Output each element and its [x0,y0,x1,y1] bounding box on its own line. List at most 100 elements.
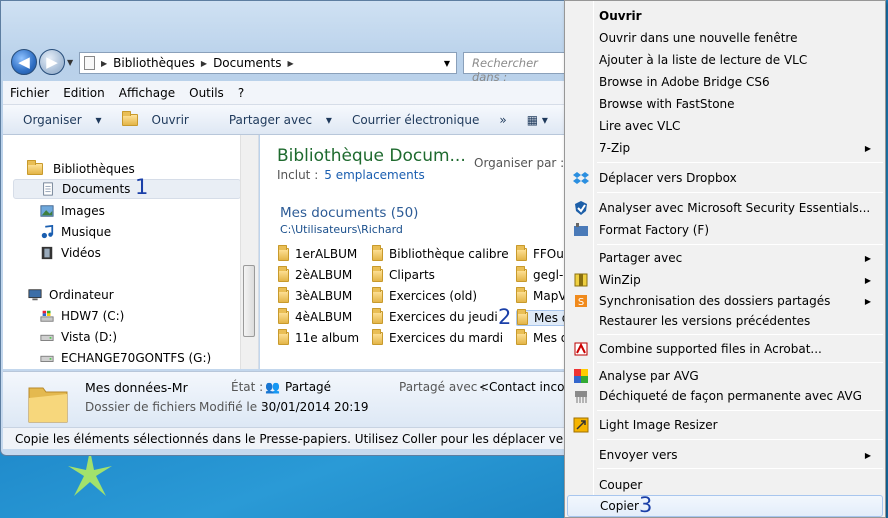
menu-separator [597,439,883,440]
submenu-arrow-icon: ▶ [864,296,871,306]
menu-item-cut[interactable]: Couper [567,474,883,496]
menu-item-copy[interactable]: Copier [567,495,883,517]
address-bar[interactable]: ▶ Bibliothèques ▶ Documents ▶ ▼ [79,52,457,74]
folder-item[interactable]: Mes d [516,328,568,345]
folder-item[interactable]: Exercices (old) [372,286,478,303]
search-input[interactable]: Rechercher dans : [463,52,573,84]
menu-edition[interactable]: Edition [56,86,112,100]
sidebar-item-computer[interactable]: Ordinateur [27,285,114,305]
details-modified-label: Modifié le : [199,400,265,414]
breadcrumb-separator-icon[interactable]: ▶ [287,59,293,68]
details-shared-label: Partagé avec : [399,380,486,394]
history-dropdown-icon[interactable]: ▼ [67,58,73,67]
folder-icon [372,328,383,345]
explorer-window: ◀ ▶ ▼ ▶ Bibliothèques ▶ Documents ▶ ▼ Re… [0,0,574,456]
menu-item-avg-shred[interactable]: Déchiqueté de façon permanente avec AVG [567,385,883,407]
address-dropdown-icon[interactable]: ▼ [444,59,450,68]
folder-item[interactable]: 1erALBUM [278,244,358,261]
folder-label: 1erALBUM [295,247,358,261]
folder-item[interactable]: Cliparts [372,265,435,282]
breadcrumb-separator-icon[interactable]: ▶ [101,59,107,68]
organize-label: Organiser [23,112,82,127]
organize-button[interactable]: Organiser ▾ [3,113,112,127]
folder-item[interactable]: Bibliothèque calibre [372,244,509,261]
sidebar-item-images[interactable]: Images [39,201,105,221]
group-title[interactable]: Mes documents (50) [280,205,418,221]
group-path: C:\Utilisateurs\Richard [280,223,403,236]
menu-item-format-factory[interactable]: Format Factory (F) [567,219,883,241]
menu-item-label: Partager avec [599,251,683,265]
sidebar-item-libraries[interactable]: Bibliothèques [27,159,135,179]
menu-item-label: Synchronisation des dossiers partagés [599,294,831,308]
folder-item[interactable]: gegl-0 [516,265,571,282]
library-icon [84,56,95,70]
menu-item-light-image-resizer[interactable]: Light Image Resizer [567,414,883,436]
sidebar-scrollbar[interactable] [240,135,258,369]
email-button[interactable]: Courrier électronique [342,113,489,127]
menu-item-label: Copier [600,499,639,513]
folder-item[interactable]: Exercices du mardi [372,328,503,345]
folder-item-selected[interactable]: Mes d [516,308,571,326]
menu-item-vlc-play[interactable]: Lire avec VLC [567,115,883,137]
menu-item-vlc-playlist[interactable]: Ajouter à la liste de lecture de VLC [567,49,883,71]
folder-item[interactable]: 2èALBUM [278,265,352,282]
folder-label: Exercices (old) [389,289,478,303]
include-label: Inclut : [277,168,319,182]
folder-icon [372,307,383,324]
drive-icon [40,334,54,341]
sidebar-item-drive-d[interactable]: Vista (D:) [39,327,117,347]
menu-item-sync-shared[interactable]: S Synchronisation des dossiers partagés ▶ [567,290,883,312]
menu-item-label: Lire avec VLC [599,119,681,133]
organize-by-label[interactable]: Organiser par : [474,156,564,170]
menu-item-avg-scan[interactable]: Analyse par AVG [567,365,883,387]
menu-outils[interactable]: Outils [182,86,231,100]
folder-item[interactable]: 11e album [278,328,359,345]
computer-icon [28,289,42,301]
folder-item[interactable]: 3èALBUM [278,286,352,303]
menu-help[interactable]: ? [231,86,251,100]
menu-item-label: Combine supported files in Acrobat... [599,342,822,356]
folder-label: Exercices du jeudi [389,310,498,324]
menu-fichier[interactable]: Fichier [3,86,56,100]
sidebar-item-documents[interactable]: Documents [13,179,241,199]
menu-item-send-to[interactable]: Envoyer vers ▶ [567,444,883,466]
folder-item[interactable]: Exercices du jeudi [372,307,498,324]
sidebar-item-label: Musique [61,225,112,239]
menu-item-security-essentials[interactable]: Analyser avec Microsoft Security Essenti… [567,197,883,219]
sidebar-item-videos[interactable]: Vidéos [39,243,101,263]
menu-item-acrobat[interactable]: Combine supported files in Acrobat... [567,338,883,360]
menu-item-winzip[interactable]: WinZip ▶ [567,269,883,291]
security-essentials-icon [575,201,587,215]
menu-item-open-new-window[interactable]: Ouvrir dans une nouvelle fenêtre [567,27,883,49]
sidebar-item-music[interactable]: Musique [39,222,111,242]
menu-item-ouvrir[interactable]: Ouvrir [567,5,883,27]
windows-drive-icon [40,310,54,322]
details-type: Dossier de fichiers [85,400,197,414]
menu-item-share-with[interactable]: Partager avec ▶ [567,247,883,269]
back-button[interactable]: ◀ [11,49,37,75]
navigation-pane: Bibliothèques Documents Images Musique V… [3,135,259,369]
sidebar-item-drive-c[interactable]: HDW7 (C:) [39,306,124,326]
menu-item-7zip[interactable]: 7-Zip ▶ [567,137,883,159]
breadcrumb-libraries[interactable]: Bibliothèques [113,56,195,70]
menu-affichage[interactable]: Affichage [112,86,182,100]
scrollbar-thumb[interactable] [243,265,255,337]
breadcrumb-documents[interactable]: Documents [213,56,281,70]
sidebar-item-label: ECHANGE70GONTFS (G:) [61,351,212,365]
forward-button[interactable]: ▶ [39,49,65,75]
breadcrumb-separator-icon[interactable]: ▶ [201,59,207,68]
menu-item-restore-versions[interactable]: Restaurer les versions précédentes [567,310,883,332]
open-button[interactable]: Ouvrir [112,110,209,127]
menu-item-dropbox[interactable]: Déplacer vers Dropbox [567,167,883,189]
share-button[interactable]: Partager avec ▾ [209,113,342,127]
folder-item[interactable]: FFOut [516,244,569,261]
details-state-value: Partagé [285,380,332,394]
sidebar-item-drive-g[interactable]: ECHANGE70GONTFS (G:) [39,348,211,368]
folder-item[interactable]: 4èALBUM [278,307,352,324]
menu-item-adobe-bridge[interactable]: Browse in Adobe Bridge CS6 [567,71,883,93]
menu-item-faststone[interactable]: Browse with FastStone [567,93,883,115]
more-commands-button[interactable]: » [489,113,516,127]
folder-item[interactable]: MapV [516,286,567,303]
locations-link[interactable]: 5 emplacements [324,168,424,182]
menu-item-label: Light Image Resizer [599,418,718,432]
